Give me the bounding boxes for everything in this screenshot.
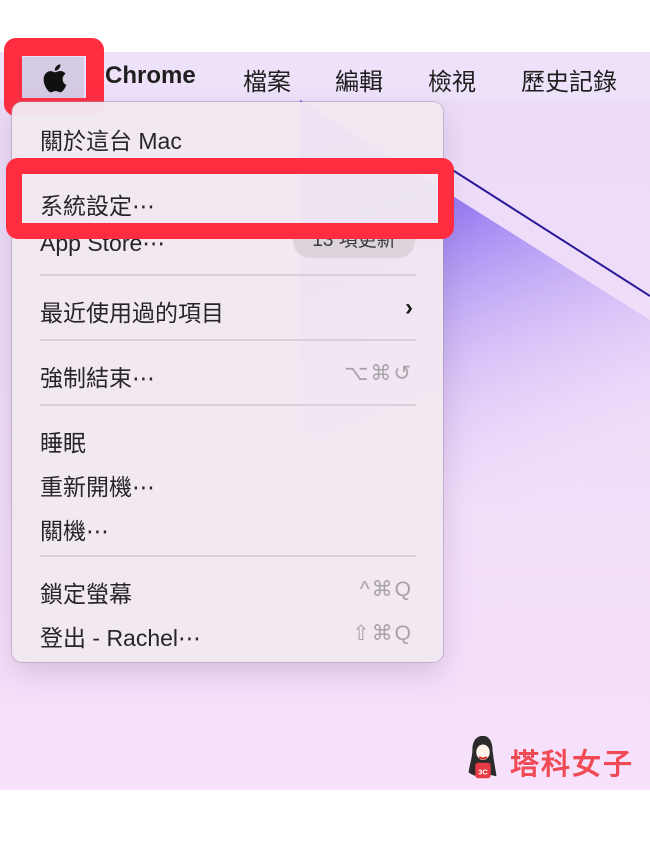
menu-item-lock-screen[interactable]: 鎖定螢幕 <box>40 575 132 609</box>
highlight-system-settings <box>6 158 454 239</box>
menu-item-sleep[interactable]: 睡眠 <box>40 424 86 458</box>
menubar-edit[interactable]: 編輯 <box>335 62 383 97</box>
watermark-text: 塔科女子 <box>510 749 635 781</box>
menu-separator <box>40 555 416 557</box>
menubar-view[interactable]: 檢視 <box>428 62 476 97</box>
menu-item-restart[interactable]: 重新開機⋯ <box>40 468 155 502</box>
watermark-girl-avatar-icon: 3C <box>468 735 497 779</box>
watermark-shirt-text: 3C <box>478 767 488 776</box>
lock-screen-shortcut: ^⌘Q <box>359 578 413 601</box>
force-quit-shortcut: ⌥⌘↺ <box>344 362 413 385</box>
menu-separator <box>40 339 416 341</box>
menu-separator <box>40 404 416 406</box>
menu-item-recent-items[interactable]: 最近使用過的項目 <box>40 294 224 328</box>
submenu-chevron-icon: › <box>405 294 413 321</box>
menu-item-shut-down[interactable]: 關機⋯ <box>40 512 109 546</box>
menu-item-about-this-mac[interactable]: 關於這台 Mac <box>40 122 182 156</box>
menu-separator <box>40 274 416 276</box>
menubar-history[interactable]: 歷史記錄 <box>521 62 617 97</box>
menu-item-force-quit[interactable]: 強制結束⋯ <box>40 359 155 393</box>
menu-item-log-out[interactable]: 登出 - Rachel⋯ <box>40 619 201 653</box>
log-out-shortcut: ⇧⌘Q <box>352 622 413 645</box>
menubar-file[interactable]: 檔案 <box>243 62 291 97</box>
menubar-app-name[interactable]: Chrome <box>105 62 196 90</box>
